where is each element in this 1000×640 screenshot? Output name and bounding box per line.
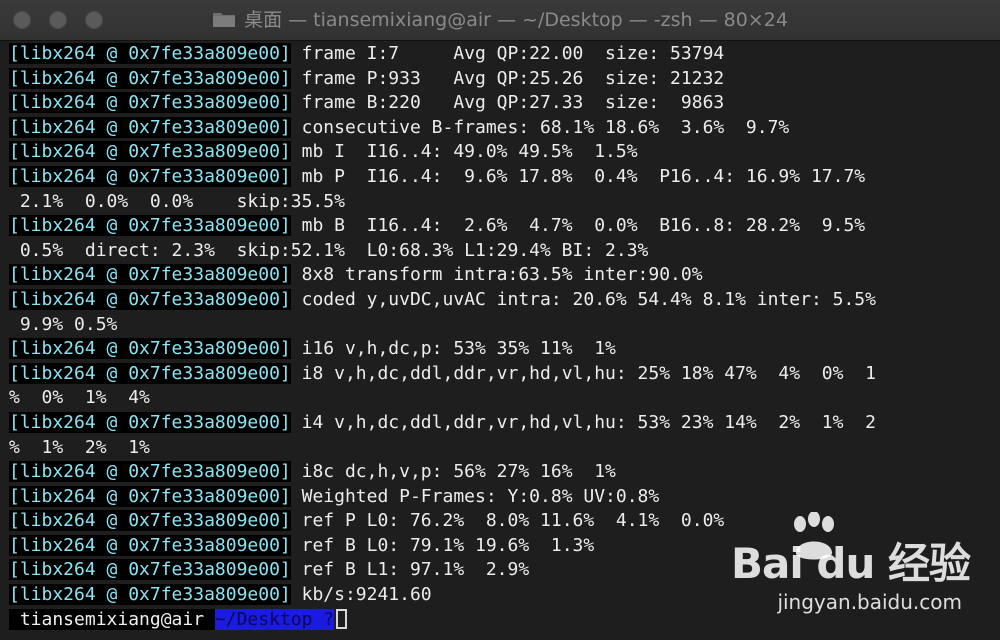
log-message: i8 v,h,dc,ddl,ddr,vr,hd,vl,hu: 25% 18% 4… [290,362,876,384]
log-source-tag: [libx264 @ 0x7fe33a809e00] [9,92,291,114]
terminal-line: [libx264 @ 0x7fe33a809e00] coded y,uvDC,… [9,288,1000,313]
terminal-line: [libx264 @ 0x7fe33a809e00] i8 v,h,dc,ddl… [9,362,1000,387]
log-message: i4 v,h,dc,ddl,ddr,vr,hd,vl,hu: 53% 23% 1… [290,411,876,433]
log-source-tag: [libx264 @ 0x7fe33a809e00] [9,165,291,187]
log-message: kb/s:9241.60 [290,584,432,606]
log-source-tag: [libx264 @ 0x7fe33a809e00] [9,461,291,483]
log-message: ref P L0: 76.2% 8.0% 11.6% 4.1% 0.0% [290,510,725,532]
watermark-url: jingyan.baidu.com [777,590,962,614]
log-message: 9.9% 0.5% [9,313,118,335]
log-source-tag: [libx264 @ 0x7fe33a809e00] [9,534,291,556]
log-source-tag: [libx264 @ 0x7fe33a809e00] [9,43,291,64]
title-bar[interactable]: 桌面 — tiansemixiang@air — ~/Desktop — -zs… [0,0,1000,41]
terminal-line: 9.9% 0.5% [9,313,1000,338]
terminal-line: [libx264 @ 0x7fe33a809e00] consecutive B… [9,116,1000,141]
terminal-line: [libx264 @ 0x7fe33a809e00] mb I I16..4: … [9,140,1000,165]
terminal-line: [libx264 @ 0x7fe33a809e00] mb B I16..4: … [9,214,1000,239]
terminal-line: [libx264 @ 0x7fe33a809e00] frame I:7 Avg… [9,42,1000,67]
log-message: mb B I16..4: 2.6% 4.7% 0.0% B16..8: 28.2… [290,215,866,237]
folder-icon [213,13,236,27]
watermark-brand: Bai du 经验 [731,539,971,588]
log-source-tag: [libx264 @ 0x7fe33a809e00] [9,362,291,384]
log-message: frame B:220 Avg QP:27.33 size: 9863 [290,92,725,114]
log-message: ref B L0: 79.1% 19.6% 1.3% [290,534,595,556]
terminal-line: [libx264 @ 0x7fe33a809e00] i16 v,h,dc,p:… [9,337,1000,362]
log-source-tag: [libx264 @ 0x7fe33a809e00] [9,584,291,606]
log-message: frame I:7 Avg QP:22.00 size: 53794 [290,43,725,64]
prompt-user-host: tiansemixiang@air [9,608,215,630]
terminal-line: [libx264 @ 0x7fe33a809e00] frame B:220 A… [9,91,1000,116]
terminal-line: [libx264 @ 0x7fe33a809e00] i4 v,h,dc,ddl… [9,411,1000,436]
log-source-tag: [libx264 @ 0x7fe33a809e00] [9,264,291,286]
terminal-line: [libx264 @ 0x7fe33a809e00] Weighted P-Fr… [9,485,1000,510]
terminal-line: % 0% 1% 4% [9,386,1000,411]
window-title-area: 桌面 — tiansemixiang@air — ~/Desktop — -zs… [0,0,1000,40]
log-message: mb P I16..4: 9.6% 17.8% 0.4% P16..4: 16.… [290,165,866,187]
text-cursor[interactable] [336,608,348,629]
log-message: % 1% 2% 1% [9,436,150,458]
terminal-line: 2.1% 0.0% 0.0% skip:35.5% [9,190,1000,215]
window-title: 桌面 — tiansemixiang@air — ~/Desktop — -zs… [244,9,788,31]
log-source-tag: [libx264 @ 0x7fe33a809e00] [9,510,291,532]
log-message: ref B L1: 97.1% 2.9% [290,559,530,581]
log-source-tag: [libx264 @ 0x7fe33a809e00] [9,141,291,163]
log-source-tag: [libx264 @ 0x7fe33a809e00] [9,288,291,310]
log-source-tag: [libx264 @ 0x7fe33a809e00] [9,485,291,507]
log-source-tag: [libx264 @ 0x7fe33a809e00] [9,559,291,581]
prompt-segment-icon: ? [323,608,335,630]
log-source-tag: [libx264 @ 0x7fe33a809e00] [9,116,291,138]
log-message: frame P:933 Avg QP:25.26 size: 21232 [290,67,725,89]
log-message: 8x8 transform intra:63.5% inter:90.0% [290,264,703,286]
prompt-path: ~/Desktop [214,608,324,630]
log-message: Weighted P-Frames: Y:0.8% UV:0.8% [290,485,660,507]
log-message: % 0% 1% 4% [9,387,150,409]
log-message: i16 v,h,dc,p: 53% 35% 11% 1% [290,338,616,360]
log-source-tag: [libx264 @ 0x7fe33a809e00] [9,411,291,433]
log-message: i8c dc,h,v,p: 56% 27% 16% 1% [290,461,616,483]
log-message: coded y,uvDC,uvAC intra: 20.6% 54.4% 8.1… [290,288,876,310]
log-message: mb I I16..4: 49.0% 49.5% 1.5% [290,141,638,163]
terminal-window: 桌面 — tiansemixiang@air — ~/Desktop — -zs… [0,0,1000,640]
log-source-tag: [libx264 @ 0x7fe33a809e00] [9,67,291,89]
terminal-line: 0.5% direct: 2.3% skip:52.1% L0:68.3% L1… [9,239,1000,264]
terminal-line: [libx264 @ 0x7fe33a809e00] 8x8 transform… [9,263,1000,288]
terminal-line: [libx264 @ 0x7fe33a809e00] i8c dc,h,v,p:… [9,460,1000,485]
terminal-line: [libx264 @ 0x7fe33a809e00] frame P:933 A… [9,67,1000,92]
log-message: 0.5% direct: 2.3% skip:52.1% L0:68.3% L1… [9,239,649,261]
log-message: 2.1% 0.0% 0.0% skip:35.5% [9,190,345,212]
baidu-watermark: Bai du 经验 jingyan.baidu.com [730,512,971,622]
log-message: consecutive B-frames: 68.1% 18.6% 3.6% 9… [290,116,790,138]
terminal-line: [libx264 @ 0x7fe33a809e00] mb P I16..4: … [9,165,1000,190]
log-source-tag: [libx264 @ 0x7fe33a809e00] [9,338,291,360]
log-source-tag: [libx264 @ 0x7fe33a809e00] [9,215,291,237]
terminal-line: % 1% 2% 1% [9,436,1000,461]
